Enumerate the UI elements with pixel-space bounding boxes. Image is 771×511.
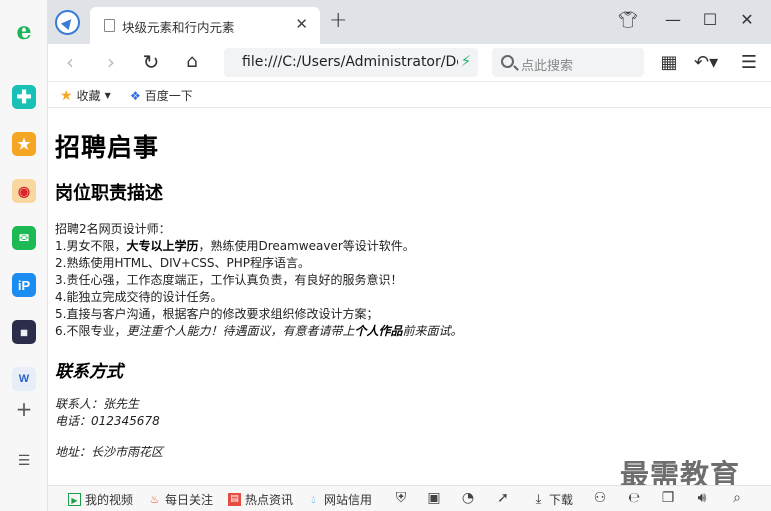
- zoom-icon[interactable]: ⌕: [728, 490, 746, 506]
- refresh-icon[interactable]: ↻: [139, 51, 163, 75]
- tab-title: 块级元素和行内元素: [122, 20, 235, 35]
- download-icon: ⤓: [535, 492, 542, 507]
- search-icon: [501, 55, 514, 68]
- hot-news-button[interactable]: ▤ 热点资讯: [228, 491, 293, 508]
- address-url: file:///C:/Users/Administrator/De: [242, 54, 465, 70]
- favorites-label: 收藏: [76, 89, 101, 103]
- favorites-menu[interactable]: ★ 收藏 ▼: [60, 87, 111, 104]
- page-content: 招聘启事 岗位职责描述 招聘2名网页设计师： 1.男女不限，大专以上学历，熟练使…: [55, 110, 771, 484]
- drop-icon: 💧︎: [311, 493, 316, 506]
- job-line-3: 3.责任心强，工作态度端正，工作认真负责，有良好的服务意识！: [55, 273, 403, 287]
- baidu-paw-icon: ❖: [130, 88, 141, 103]
- maximize-icon[interactable]: ☐: [699, 10, 721, 29]
- contact-info: 联系人：张先生 电话：012345678: [55, 396, 160, 430]
- ip-icon[interactable]: iP: [12, 273, 36, 297]
- job-intro: 招聘2名网页设计师：: [55, 222, 171, 236]
- main-menu-icon[interactable]: ☰: [737, 51, 761, 75]
- job-line-6: 6.不限专业，更注重个人能力！待遇面议，有意者请带上个人作品前来面试。: [55, 324, 463, 338]
- grid-apps-icon[interactable]: ▦: [657, 51, 681, 75]
- tab-active[interactable]: 块级元素和行内元素 ✕: [90, 7, 320, 44]
- back-icon[interactable]: ‹: [58, 51, 82, 75]
- app-sidebar: e ✚ ★ ◉ ✉ iP ▦ W + ☰: [0, 0, 48, 511]
- image-icon[interactable]: ▣: [425, 490, 443, 506]
- daily-focus-button[interactable]: ♨ 每日关注: [148, 491, 213, 508]
- health-plus-icon[interactable]: ✚: [12, 85, 36, 109]
- job-line-4: 4.能独立完成交待的设计任务。: [55, 290, 223, 304]
- star-icon: ★: [60, 87, 73, 104]
- shield-icon[interactable]: ⛨: [392, 490, 410, 506]
- site-trust-button[interactable]: 💧︎ 网站信用: [307, 491, 372, 508]
- speed-bolt-icon[interactable]: ⚡︎: [458, 52, 474, 72]
- tab-close-icon[interactable]: ✕: [295, 15, 308, 33]
- page-file-icon: [104, 19, 115, 32]
- game-icon[interactable]: ▦: [12, 320, 36, 344]
- search-box[interactable]: 点此搜索: [492, 48, 644, 77]
- download-button[interactable]: ⤓ 下载: [532, 491, 573, 508]
- news-icon: ▤: [228, 493, 241, 506]
- job-line-5: 5.直接与客户沟通，根据客户的修改要求组织修改设计方案；: [55, 307, 379, 321]
- search-placeholder: 点此搜索: [521, 59, 574, 74]
- window-icon[interactable]: ❐: [659, 490, 677, 506]
- play-icon: ▶: [68, 493, 81, 506]
- contact-person: 联系人：张先生: [55, 397, 140, 411]
- bookmark-baidu[interactable]: ❖ 百度一下: [130, 87, 193, 104]
- ie-icon[interactable]: ℮: [625, 490, 643, 506]
- job-requirements: 招聘2名网页设计师： 1.男女不限，大专以上学历，熟练使用Dreamweaver…: [55, 221, 463, 340]
- close-window-icon[interactable]: ✕: [736, 10, 758, 29]
- tab-bar: 块级元素和行内元素 ✕ + 👕︎ — ☐ ✕: [48, 0, 771, 44]
- speed-icon[interactable]: ◔: [459, 490, 477, 506]
- contact-address: 地址：长沙市雨花区: [55, 445, 164, 459]
- chevron-down-icon: ▼: [104, 91, 111, 100]
- browser-compass-icon[interactable]: [55, 10, 80, 35]
- add-icon[interactable]: +: [12, 397, 36, 421]
- bookmarks-bar: ★ 收藏 ▼ ❖ 百度一下: [48, 82, 771, 108]
- my-video-button[interactable]: ▶ 我的视频: [68, 491, 133, 508]
- fire-icon: ♨: [149, 493, 160, 506]
- rocket-icon[interactable]: ➚: [494, 490, 512, 506]
- skin-shirt-icon[interactable]: 👕︎: [617, 10, 639, 29]
- volume-icon[interactable]: 🔊︎: [693, 490, 711, 506]
- menu-list-icon[interactable]: ☰: [12, 449, 36, 473]
- status-bar: ▶ 我的视频 ♨ 每日关注 ▤ 热点资讯 💧︎ 网站信用 ⛨ ▣ ◔ ➚ ⤓ 下…: [48, 485, 771, 511]
- minimize-icon[interactable]: —: [662, 10, 684, 29]
- address-bar[interactable]: file:///C:/Users/Administrator/De ⚡︎: [224, 48, 478, 77]
- contact-phone: 电话：012345678: [55, 414, 160, 428]
- favorites-star-icon[interactable]: ★: [12, 132, 36, 156]
- page-title: 招聘启事: [55, 133, 160, 162]
- section-job-description: 岗位职责描述: [55, 183, 163, 204]
- browser-e-icon[interactable]: e: [12, 16, 36, 45]
- forward-icon[interactable]: ›: [99, 51, 123, 75]
- mail-icon[interactable]: ✉: [12, 226, 36, 250]
- nav-toolbar: ‹ › ↻ ⌂ file:///C:/Users/Administrator/D…: [48, 44, 771, 82]
- job-line-1: 1.男女不限，大专以上学历，熟练使用Dreamweaver等设计软件。: [55, 239, 415, 253]
- home-icon[interactable]: ⌂: [180, 51, 204, 75]
- new-tab-icon[interactable]: +: [329, 8, 347, 33]
- word-doc-icon[interactable]: W: [12, 367, 36, 391]
- undo-icon[interactable]: ↶▾: [694, 51, 718, 75]
- section-contact: 联系方式: [55, 362, 123, 382]
- gamepad-icon[interactable]: ⚇: [591, 490, 609, 506]
- weibo-icon[interactable]: ◉: [12, 179, 36, 203]
- job-line-2: 2.熟练使用HTML、DIV+CSS、PHP程序语言。: [55, 256, 310, 270]
- baidu-label: 百度一下: [144, 89, 193, 103]
